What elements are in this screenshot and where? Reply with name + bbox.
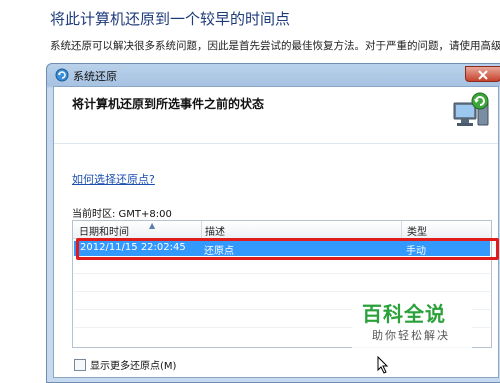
checkbox-label: 显示更多还原点(M) (90, 361, 177, 372)
close-icon (478, 70, 488, 80)
window-titlebar[interactable]: 系统还原 (47, 64, 500, 86)
page-title: 将此计算机还原到一个较早的时间点 (50, 10, 291, 28)
column-header-type[interactable]: 类型 (407, 223, 427, 238)
watermark-slogan: 助你轻松解决 (372, 329, 450, 342)
header-band: 将计算机还原到所选事件之前的状态 (54, 87, 498, 144)
watermark-logo: 百科全说 (362, 302, 446, 326)
window-title: 系统还原 (73, 70, 117, 83)
dialog-heading: 将计算机还原到所选事件之前的状态 (72, 97, 265, 111)
checkbox-box[interactable] (74, 359, 86, 371)
close-button[interactable] (465, 66, 500, 82)
column-divider (201, 221, 202, 238)
mouse-cursor-icon (377, 356, 389, 374)
current-timezone: 当前时区: GMT+8:00 (72, 209, 172, 220)
grid-line (74, 273, 490, 274)
show-more-restore-points-checkbox[interactable]: 显示更多还原点(M) (74, 357, 176, 372)
column-header-datetime[interactable]: 日期和时间 (79, 223, 129, 238)
system-restore-icon (55, 68, 69, 82)
sort-arrow-icon: ▲ (149, 221, 156, 230)
highlight-box (76, 238, 499, 260)
column-header-description[interactable]: 描述 (205, 223, 225, 238)
computer-restore-icon (453, 92, 489, 126)
grid-line (74, 291, 490, 292)
page-description: 系统还原可以解决很多系统问题，因此是首先尝试的最佳恢复方法。对于严重的问题，请使… (50, 40, 500, 52)
column-divider (401, 221, 402, 238)
how-to-choose-restore-point-link[interactable]: 如何选择还原点? (72, 171, 155, 187)
list-header: 日期和时间 ▲ 描述 类型 (73, 221, 491, 239)
